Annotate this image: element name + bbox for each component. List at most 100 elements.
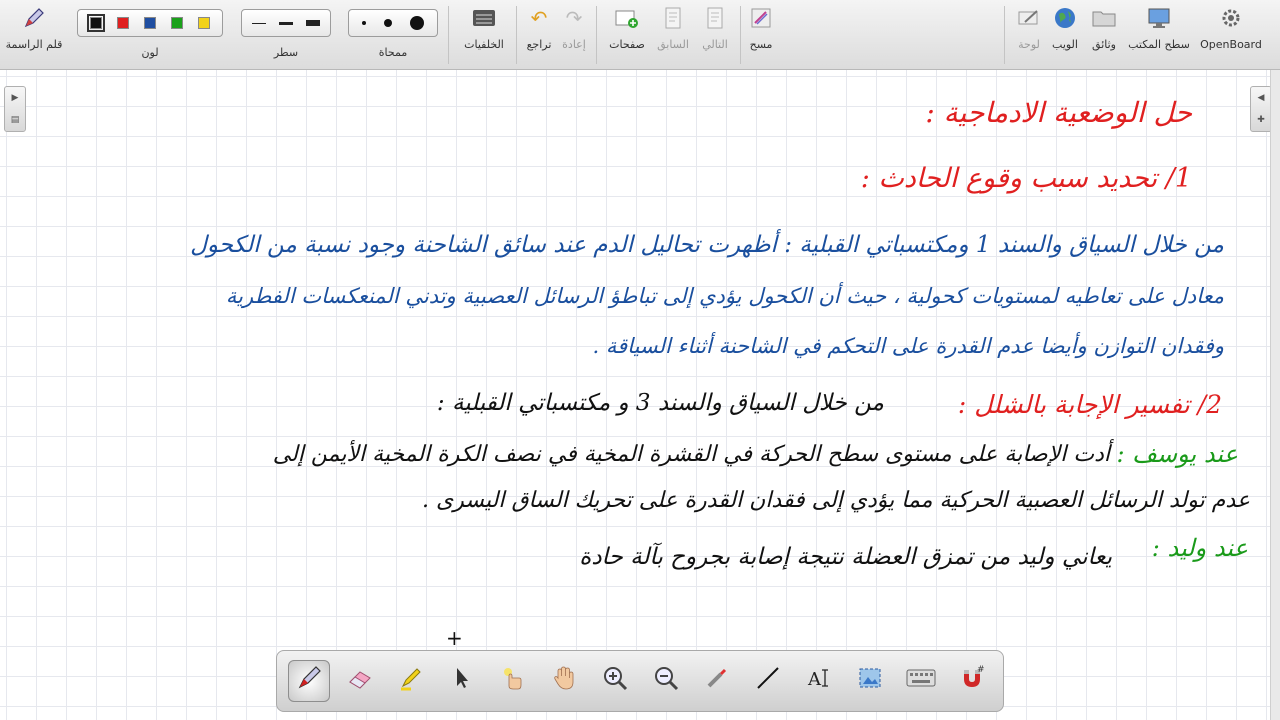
line-thick-button[interactable] [305, 20, 320, 26]
arrow-right-icon: ▶ [11, 93, 19, 103]
documents-mode-button[interactable]: وثائق [1084, 0, 1124, 70]
gear-icon [1220, 0, 1242, 36]
selection-icon [856, 664, 884, 698]
eraser-label: ممحاة [378, 46, 408, 59]
previous-page-icon [664, 0, 682, 36]
eraser-medium-button[interactable] [384, 19, 392, 27]
case-walid-line-1: يعاني وليد من تمزق العضلة نتيجة إصابة بج… [579, 544, 1112, 570]
desktop-mode-label: سطح المكتب [1128, 38, 1190, 51]
undo-icon: ↶ [530, 6, 548, 30]
line-thin-button[interactable] [252, 22, 267, 24]
pen-style-button[interactable]: قلم الراسمة [4, 0, 64, 70]
keyboard-tool-button[interactable] [900, 660, 942, 702]
pen-tool-button[interactable] [287, 660, 330, 702]
color-swatch-black[interactable] [86, 14, 105, 32]
highlighter-icon [397, 664, 425, 698]
toolbar-separator [1004, 6, 1005, 64]
clear-page-label: مسح [749, 38, 773, 51]
board-title: حل الوضعية الادماجية : [925, 96, 1192, 129]
svg-text:#: # [977, 665, 985, 675]
grid-background-icon [472, 0, 496, 36]
monitor-icon [1147, 0, 1171, 36]
case-youssef-line-2: عدم تولد الرسائل العصبية الحركية مما يؤد… [422, 488, 1250, 513]
text-tool-button[interactable]: A [798, 660, 840, 702]
desktop-mode-button[interactable]: سطح المكتب [1126, 0, 1192, 70]
toolbar-separator [516, 6, 517, 64]
text-icon: A [805, 664, 833, 698]
zoom-out-tool-button[interactable] [645, 660, 687, 702]
toolbar-separator [740, 6, 741, 64]
line-label: سطر [273, 46, 299, 59]
left-palette-toggle[interactable]: ▶ ▤ [4, 86, 26, 132]
color-swatch-yellow[interactable] [198, 17, 211, 29]
pages-button[interactable]: صفحات [604, 0, 650, 70]
openboard-menu-button[interactable]: OpenBoard [1198, 0, 1264, 70]
board-icon [1017, 0, 1041, 36]
pages-label: صفحات [609, 38, 645, 51]
eraser-tool-button[interactable] [339, 660, 381, 702]
backgrounds-button[interactable]: الخلفيات [458, 0, 510, 70]
board-mode-button[interactable]: لوحة [1012, 0, 1046, 70]
clear-page-icon [750, 0, 772, 36]
stylus-toolbar: A # [276, 650, 1004, 712]
pen-icon [295, 664, 323, 698]
undo-button[interactable]: ↶ تراجع [522, 0, 556, 70]
folder-icon [1092, 0, 1116, 36]
capture-icon [703, 664, 731, 698]
pen-icon [22, 0, 46, 36]
zoom-in-tool-button[interactable] [594, 660, 636, 702]
case-walid-label: عند وليد : [1151, 534, 1248, 562]
color-swatch-green[interactable] [171, 17, 184, 29]
redo-icon: ↷ [565, 6, 583, 30]
library-icon: ✚ [1257, 115, 1265, 125]
next-page-button[interactable]: التالي [696, 0, 734, 70]
color-swatch-blue[interactable] [143, 17, 156, 29]
line-width-group [241, 9, 331, 37]
web-mode-label: الويب [1052, 38, 1078, 51]
highlighter-tool-button[interactable] [390, 660, 432, 702]
answer-1-line-3: وفقدان التوازن وأيضا عدم القدرة على التح… [592, 334, 1224, 358]
backgrounds-label: الخلفيات [464, 38, 504, 51]
question-2-heading: 2/ تفسير الإجابة بالشلل : [957, 390, 1222, 419]
magnet-icon: # [958, 664, 986, 698]
clear-page-button[interactable]: مسح [744, 0, 778, 70]
hand-tool-button[interactable] [543, 660, 585, 702]
capture-tool-button[interactable] [849, 660, 891, 702]
undo-label: تراجع [526, 38, 552, 51]
line-medium-button[interactable] [278, 21, 293, 25]
zoom-out-icon [652, 664, 680, 698]
previous-page-label: السابق [657, 38, 689, 51]
arrow-left-icon: ◀ [1257, 93, 1265, 103]
openboard-menu-label: OpenBoard [1200, 38, 1262, 51]
svg-text:A: A [807, 669, 822, 690]
answer-2-intro: من خلال السياق والسند 3 و مكتسباتي القبل… [436, 390, 884, 416]
add-page-icon [615, 0, 639, 36]
color-label: لون [141, 46, 159, 59]
selector-tool-button[interactable] [441, 660, 483, 702]
redo-button[interactable]: ↷ إعادة [558, 0, 590, 70]
line-tool-button[interactable] [747, 660, 789, 702]
crosshair-cursor: + [446, 626, 463, 650]
web-mode-button[interactable]: الويب [1048, 0, 1082, 70]
color-swatch-red[interactable] [116, 17, 129, 29]
pointer-icon [451, 665, 473, 697]
documents-mode-label: وثائق [1092, 38, 1116, 51]
eraser-large-button[interactable] [410, 16, 424, 30]
vertical-scrollbar[interactable] [1270, 70, 1280, 720]
snap-tool-button[interactable]: # [951, 660, 993, 702]
eraser-icon [346, 664, 374, 698]
keyboard-icon [906, 667, 936, 695]
globe-icon [1053, 0, 1077, 36]
top-toolbar: قلم الراسمة لون سطر ممحاة الخلفيات ↶ ترا… [0, 0, 1280, 70]
right-palette-toggle[interactable]: ◀ ✚ [1250, 86, 1272, 132]
eraser-small-button[interactable] [362, 21, 366, 25]
answer-1-line-1: من خلال السياق والسند 1 ومكتسباتي القبلي… [190, 232, 1224, 258]
laser-pointer-icon [499, 664, 527, 698]
board-mode-label: لوحة [1018, 38, 1040, 51]
previous-page-button[interactable]: السابق [654, 0, 692, 70]
interact-tool-button[interactable] [492, 660, 534, 702]
answer-1-line-2: معادل على تعاطيه لمستويات كحولية ، حيث أ… [225, 284, 1224, 308]
toolbar-separator [596, 6, 597, 64]
next-page-icon [706, 0, 724, 36]
laser-tool-button[interactable] [696, 660, 738, 702]
